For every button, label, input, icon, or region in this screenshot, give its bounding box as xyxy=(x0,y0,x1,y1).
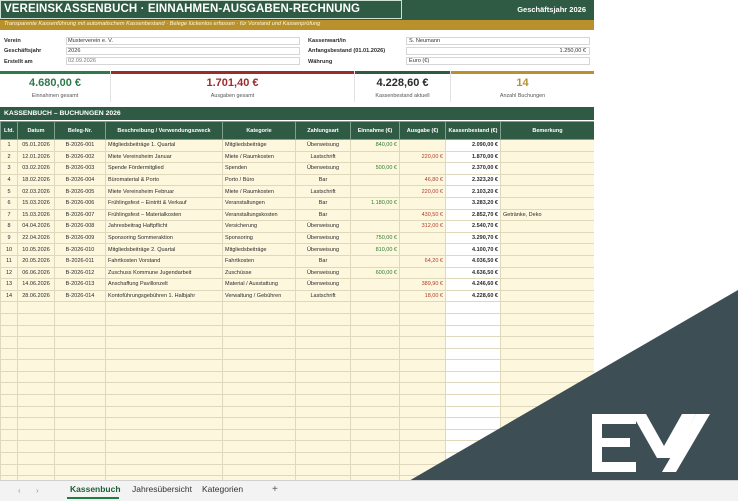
add-sheet-button[interactable]: + xyxy=(272,484,278,495)
tab-jahresuebersicht[interactable]: Jahresübersicht xyxy=(132,484,192,494)
sheet-tabs-bar: ‹ › Kassenbuch Jahresübersicht Kategorie… xyxy=(0,480,738,501)
tab-nav-next-icon[interactable]: › xyxy=(36,486,39,495)
brand-corner-triangle xyxy=(376,290,738,500)
tab-kategorien[interactable]: Kategorien xyxy=(202,484,243,494)
brand-overlay xyxy=(376,290,738,500)
active-tab-indicator xyxy=(67,497,119,499)
tab-kassenbuch[interactable]: Kassenbuch xyxy=(70,484,121,494)
tab-nav-prev-icon[interactable]: ‹ xyxy=(18,486,21,495)
